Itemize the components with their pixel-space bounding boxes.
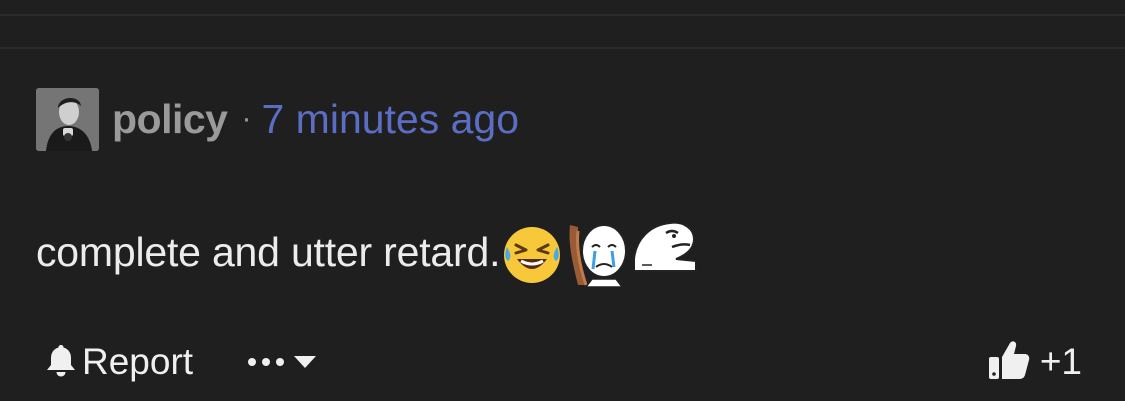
thumbs-up-icon	[988, 339, 1030, 386]
vote-score: +1	[1039, 341, 1082, 382]
crying-wojak-emote-icon	[566, 221, 630, 287]
more-options-button[interactable]	[247, 355, 317, 369]
comment-timestamp-link[interactable]: 7 minutes ago	[261, 96, 519, 143]
meta-separator: ·	[241, 102, 252, 135]
section-divider	[0, 47, 1125, 49]
smug-face-emote-icon	[632, 219, 698, 275]
bell-icon	[46, 343, 76, 382]
comment-actions: Report	[46, 336, 317, 388]
comment-text: complete and utter retard.	[36, 228, 501, 275]
report-label: Report	[82, 341, 194, 382]
report-button[interactable]: Report	[46, 341, 193, 383]
comment-header: policy · 7 minutes ago	[36, 87, 519, 151]
avatar[interactable]	[36, 87, 99, 151]
author-username[interactable]: policy	[112, 96, 228, 143]
hot-tears-emoji-icon	[502, 225, 562, 285]
ellipsis-icon	[247, 356, 285, 368]
caret-down-icon	[293, 355, 317, 369]
top-divider	[0, 14, 1125, 16]
comment-body: complete and utter retard.	[36, 212, 698, 292]
upvote-button[interactable]: +1	[988, 336, 1082, 388]
